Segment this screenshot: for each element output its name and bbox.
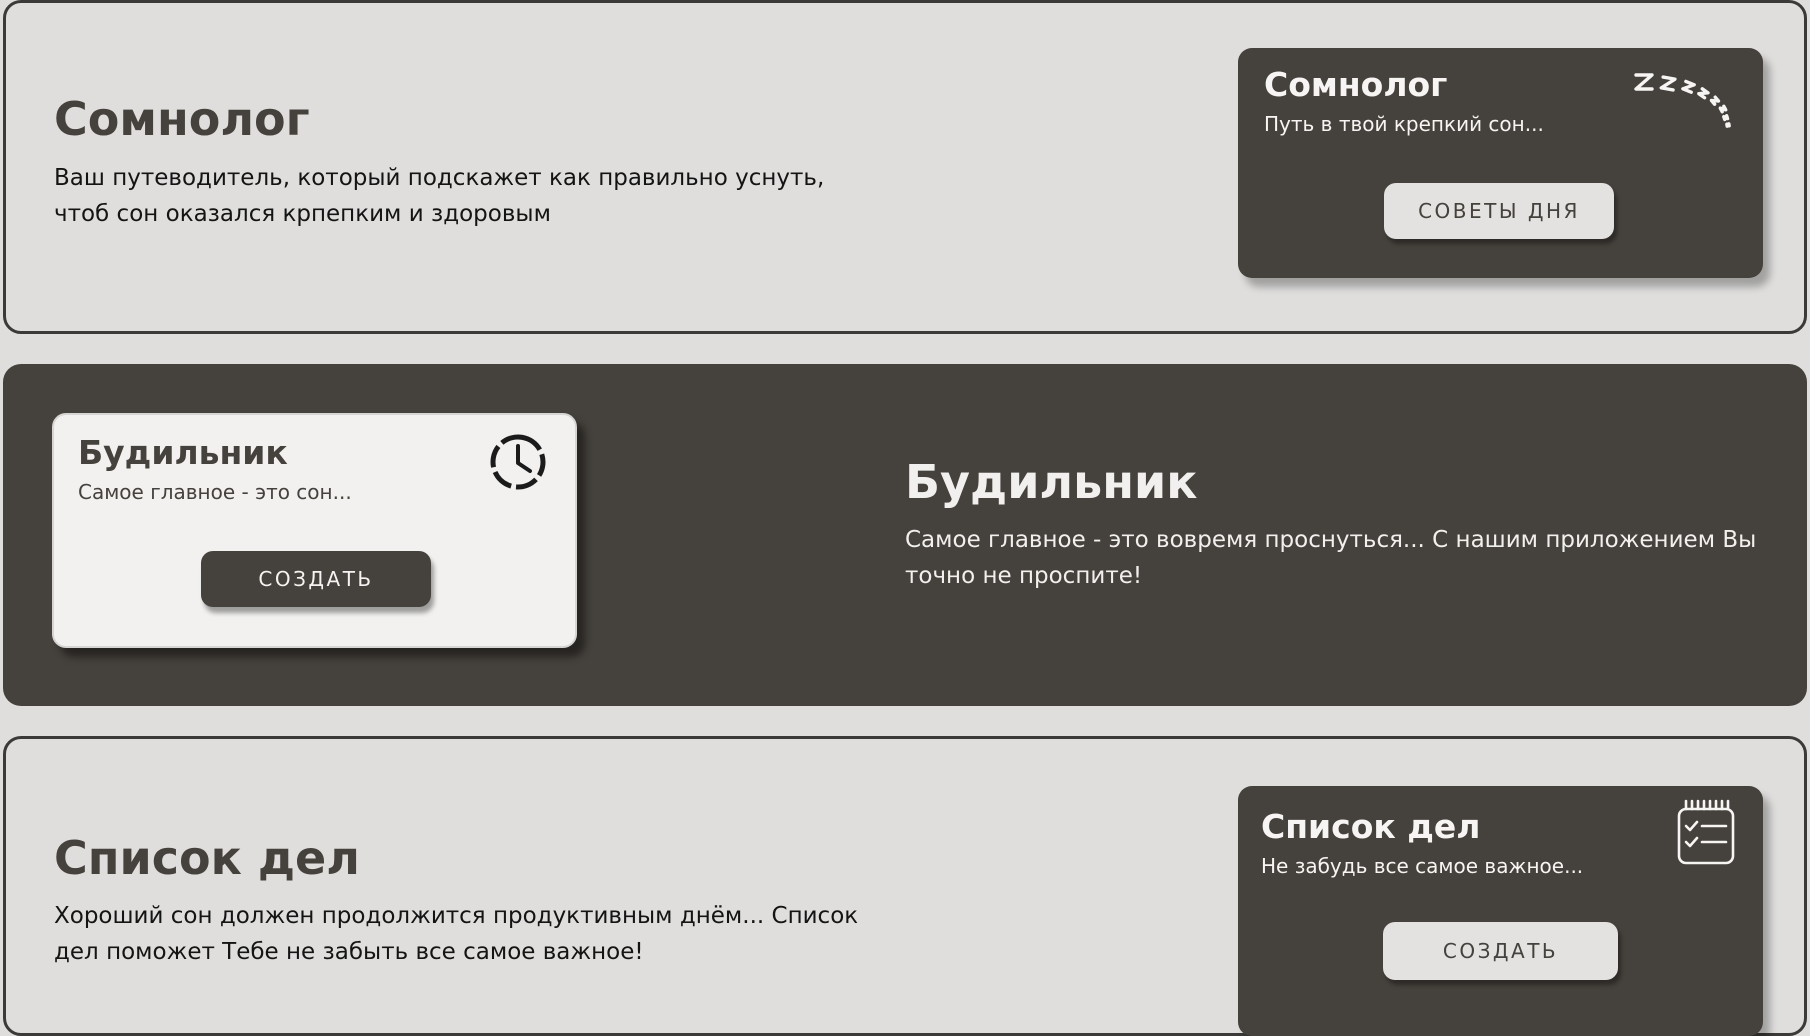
create-todo-button[interactable]: СОЗДАТЬ [1383,922,1618,980]
section-title: Список дел [54,831,360,885]
card-subtitle: Не забудь все самое важное... [1261,854,1584,878]
todo-card: Список дел Не забудь все самое важное...… [1238,786,1763,1036]
section-title: Сомнолог [54,92,310,146]
somnolog-card: Сомнолог Путь в твой крепкий сон... СОВЕ… [1238,48,1763,278]
section-todo: Список дел Хороший сон должен продолжитс… [3,736,1807,1036]
section-somnolog: Сомнолог Ваш путеводитель, который подск… [3,0,1807,334]
section-title: Будильник [905,455,1198,509]
card-subtitle: Самое главное - это сон... [78,480,352,504]
card-title: Сомнолог [1264,65,1448,104]
checklist-notepad-icon [1677,799,1735,865]
section-description: Хороший сон должен продолжится продуктив… [54,903,859,965]
card-subtitle: Путь в твой крепкий сон... [1264,112,1544,136]
section-description: Ваш путеводитель, который подскажет как … [54,165,825,227]
create-alarm-button[interactable]: СОЗДАТЬ [201,551,431,607]
daily-tips-button[interactable]: СОВЕТЫ ДНЯ [1384,183,1614,239]
section-description: Самое главное - это вовремя проснуться..… [905,527,1757,589]
alarm-clock-icon [490,434,546,490]
sleep-zzz-icon [1634,73,1731,128]
card-title: Будильник [78,433,288,472]
section-alarm: Будильник Самое главное - это сон... СОЗ… [3,364,1807,706]
alarm-card: Будильник Самое главное - это сон... СОЗ… [52,413,577,648]
card-title: Список дел [1261,807,1481,846]
